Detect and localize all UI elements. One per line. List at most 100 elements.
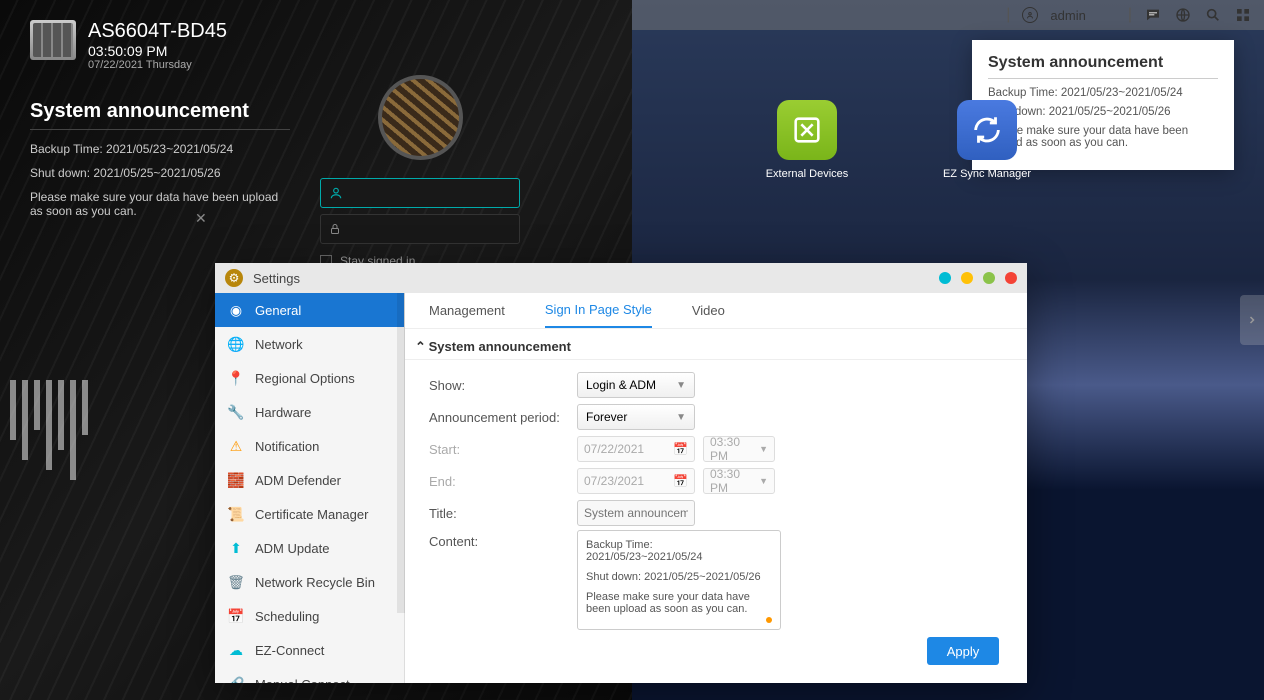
manual-connect-icon: 🔗 (227, 675, 245, 683)
sidebar-item-ezconnect[interactable]: ☁ EZ-Connect (215, 633, 404, 667)
general-icon: ◉ (227, 301, 245, 319)
username-input[interactable] (320, 178, 520, 208)
password-input[interactable] (320, 214, 520, 244)
chevron-down-icon: ▼ (759, 444, 768, 454)
period-select[interactable]: Forever ▼ (577, 404, 695, 430)
settings-window: ⚙ Settings ◉ General 🌐 Network 📍Regional O… (215, 263, 1027, 683)
defender-icon: 🧱 (227, 471, 245, 489)
content-line: Please make sure your data have been upl… (586, 591, 772, 615)
globe-icon[interactable] (1174, 6, 1192, 24)
unsaved-indicator-icon (766, 617, 772, 623)
close-icon[interactable]: ✕ (195, 210, 207, 227)
lock-icon (329, 223, 341, 235)
select-value: Login & ADM (586, 378, 656, 392)
desktop-icons: External Devices EZ Sync Manager (762, 100, 1032, 180)
sidebar-item-label: General (255, 303, 301, 318)
start-date-input: 07/22/2021 📅 (577, 436, 695, 462)
sidebar-item-label: Regional Options (255, 371, 355, 386)
sidebar-item-scheduling[interactable]: 📅Scheduling (215, 599, 404, 633)
tab-sign-in-style[interactable]: Sign In Page Style (545, 293, 652, 328)
user-avatar-icon[interactable] (1022, 7, 1038, 23)
hardware-icon: 🔧 (227, 403, 245, 421)
label-end: End: (429, 474, 577, 489)
date-value: 07/22/2021 (584, 442, 644, 456)
external-devices-icon (777, 100, 837, 160)
sidebar-item-general[interactable]: ◉ General (215, 293, 404, 327)
notification-icon: ⚠ (227, 437, 245, 455)
sidebar-item-network[interactable]: 🌐 Network (215, 327, 404, 361)
ezconnect-icon: ☁ (227, 641, 245, 659)
update-icon: ⬆ (227, 539, 245, 557)
window-controls (939, 272, 1017, 284)
time-value: 03:30 PM (710, 467, 759, 495)
desktop-icon-label: External Devices (762, 168, 852, 180)
window-titlebar[interactable]: ⚙ Settings (215, 263, 1027, 293)
sidebar-item-regional[interactable]: 📍Regional Options (215, 361, 404, 395)
device-name: AS6604T-BD45 (88, 20, 227, 43)
network-icon: 🌐 (227, 335, 245, 353)
sidebar-item-label: EZ-Connect (255, 643, 324, 658)
content-editor[interactable]: Backup Time: 2021/05/23~2021/05/24 Shut … (577, 530, 781, 630)
desktop-icon-ez-sync[interactable]: EZ Sync Manager (942, 100, 1032, 180)
tab-video[interactable]: Video (692, 293, 725, 328)
label-period: Announcement period: (429, 410, 577, 425)
topbar-username[interactable]: admin (1050, 8, 1085, 23)
sidebar-item-label: Certificate Manager (255, 507, 368, 522)
label-title: Title: (429, 506, 577, 521)
sidebar-item-certificate[interactable]: 📜 Certificate Manager (215, 497, 404, 531)
sidebar-scrollbar[interactable] (397, 293, 405, 613)
select-value: Forever (586, 410, 627, 424)
label-show: Show: (429, 378, 577, 393)
ez-sync-icon (957, 100, 1017, 160)
sidebar-item-label: Network (255, 337, 303, 352)
sidebar-item-notification[interactable]: ⚠Notification (215, 429, 404, 463)
sidebar-item-label: Scheduling (255, 609, 319, 624)
desktop-icon-external-devices[interactable]: External Devices (762, 100, 852, 180)
chevron-down-icon: ▼ (759, 476, 768, 486)
window-help-button[interactable] (939, 272, 951, 284)
window-maximize-button[interactable] (983, 272, 995, 284)
certificate-icon: 📜 (227, 505, 245, 523)
device-header: AS6604T-BD45 03:50:09 PM 07/22/2021 Thur… (30, 20, 227, 71)
label-content: Content: (429, 530, 577, 630)
chevron-down-icon: ▼ (676, 412, 686, 423)
popup-line1: Backup Time: 2021/05/23~2021/05/24 (988, 87, 1218, 99)
calendar-icon: 📅 (673, 474, 688, 488)
apply-button[interactable]: Apply (927, 637, 999, 665)
device-date: 07/22/2021 Thursday (88, 59, 227, 71)
date-value: 07/23/2021 (584, 474, 644, 488)
user-icon (329, 186, 343, 200)
chat-icon[interactable] (1144, 6, 1162, 24)
sidebar-item-recycle[interactable]: 🗑Network Recycle Bin (215, 565, 404, 599)
show-select[interactable]: Login & ADM ▼ (577, 372, 695, 398)
sidebar-item-hardware[interactable]: 🔧Hardware (215, 395, 404, 429)
sidebar-item-update[interactable]: ⬆ ADM Update (215, 531, 404, 565)
caret-up-icon: ⌃ (415, 339, 425, 355)
tab-management[interactable]: Management (429, 293, 505, 328)
grid-icon[interactable] (1234, 6, 1252, 24)
window-title: Settings (253, 271, 929, 286)
sidebar-item-label: Network Recycle Bin (255, 575, 375, 590)
title-input[interactable] (577, 500, 695, 526)
sidebar-item-manual-connect[interactable]: 🔗Manual Connect (215, 667, 404, 683)
window-close-button[interactable] (1005, 272, 1017, 284)
calendar-icon: 📅 (673, 442, 688, 456)
sidebar-item-label: ADM Update (255, 541, 329, 556)
section-header[interactable]: ⌃ System announcement (405, 329, 1027, 360)
window-minimize-button[interactable] (961, 272, 973, 284)
decor-bars (10, 380, 88, 480)
device-time: 03:50:09 PM (88, 43, 227, 59)
content-line: Backup Time: 2021/05/23~2021/05/24 (586, 539, 772, 563)
gear-icon: ⚙ (225, 269, 243, 287)
section-title: System announcement (429, 339, 571, 354)
sidebar-item-defender[interactable]: 🧱ADM Defender (215, 463, 404, 497)
search-icon[interactable] (1204, 6, 1222, 24)
avatar (378, 75, 463, 160)
desktop-icon-label: EZ Sync Manager (942, 168, 1032, 180)
side-panel-toggle[interactable] (1240, 295, 1264, 345)
login-form: Stay signed in (300, 75, 540, 268)
login-announce-title: System announcement (30, 100, 290, 130)
topbar: | admin | (632, 0, 1264, 30)
login-announce-line1: Backup Time: 2021/05/23~2021/05/24 (30, 142, 290, 156)
popup-title: System announcement (988, 54, 1218, 79)
